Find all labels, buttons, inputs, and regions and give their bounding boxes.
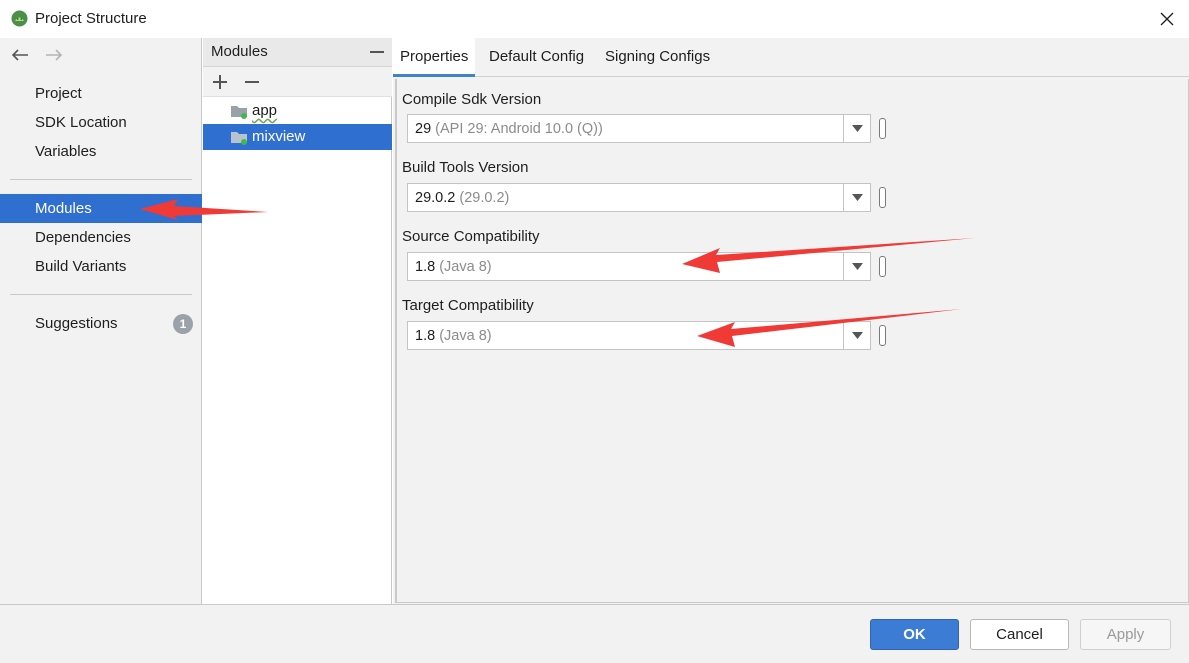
window-title: Project Structure [35,10,147,27]
dropdown-arrow [843,253,870,280]
build-tools-label: Build Tools Version [402,159,529,176]
history-navigation [9,46,65,64]
source-compat-label: Source Compatibility [402,228,540,245]
apply-button[interactable]: Apply [1080,619,1171,650]
arrow-right-icon [46,49,63,61]
build-tools-hint: (29.0.2) [459,189,510,206]
minimize-icon[interactable] [369,44,385,60]
tab-signing-configs[interactable]: Signing Configs [598,38,717,77]
build-tools-edit-button[interactable] [879,187,886,208]
close-button[interactable] [1150,2,1184,36]
target-compat-hint: (Java 8) [439,327,492,344]
close-icon [1160,12,1174,26]
module-item-label: mixview [252,128,306,145]
sidebar-item-variables[interactable]: Variables [0,137,202,166]
sidebar-item-dependencies[interactable]: Dependencies [0,223,202,252]
module-item-label: app [252,102,278,119]
chevron-down-icon [851,263,863,270]
dialog-footer: OK Cancel Apply [0,604,1189,663]
target-compat-label: Target Compatibility [402,297,534,314]
sidebar-item-label: SDK Location [35,114,127,131]
tab-default-config[interactable]: Default Config [482,38,591,77]
sidebar-divider [10,294,192,295]
target-compat-edit-button[interactable] [879,325,886,346]
ok-button[interactable]: OK [870,619,959,650]
modules-header: Modules [203,38,392,67]
sidebar-item-modules[interactable]: Modules [0,194,202,223]
module-folder-icon [231,106,247,119]
source-compat-value: 1.8 [415,258,436,275]
target-compat-dropdown[interactable]: 1.8 (Java 8) [407,321,871,350]
properties-form: Compile Sdk Version 29 (API 29: Android … [395,79,1189,603]
back-button[interactable] [9,46,31,64]
suggestions-count-badge: 1 [173,314,193,334]
modules-header-title: Modules [211,43,268,60]
target-compat-value: 1.8 [415,327,436,344]
sidebar-item-label: Variables [35,143,97,160]
tab-properties[interactable]: Properties [393,38,476,77]
sidebar-item-label: Modules [35,200,92,217]
chevron-down-icon [851,194,863,201]
build-tools-dropdown[interactable]: 29.0.2 (29.0.2) [407,183,871,212]
cancel-button[interactable]: Cancel [970,619,1069,650]
source-compat-edit-button[interactable] [879,256,886,277]
source-compat-hint: (Java 8) [439,258,492,275]
sidebar-divider [10,179,192,180]
compile-sdk-edit-button[interactable] [879,118,886,139]
sidebar-item-label: Project [35,85,82,102]
compile-sdk-hint: (API 29: Android 10.0 (Q)) [435,120,603,137]
settings-tabs: Properties Default Config Signing Config… [393,38,1189,77]
sidebar-item-project[interactable]: Project [0,79,202,108]
compile-sdk-label: Compile Sdk Version [402,91,542,108]
sidebar-item-label: Suggestions [35,315,118,332]
sidebar-item-label: Dependencies [35,229,131,246]
module-item-mixview[interactable]: mixview [203,124,392,150]
modules-panel: Modules app mixview [203,38,392,604]
tab-label: Signing Configs [605,48,711,65]
sidebar-item-label: Build Variants [35,258,127,275]
remove-module-icon[interactable] [243,73,261,91]
sidebar-item-sdk-location[interactable]: SDK Location [0,108,202,137]
dropdown-arrow [843,115,870,142]
add-module-icon[interactable] [211,73,229,91]
build-tools-value: 29.0.2 [415,189,456,206]
chevron-down-icon [851,125,863,132]
title-bar: Project Structure [0,0,1189,38]
module-item-app[interactable]: app [203,98,392,124]
tab-label: Properties [400,48,469,65]
android-studio-icon [11,10,28,27]
sidebar-item-suggestions[interactable]: Suggestions 1 [0,309,202,338]
source-compat-dropdown[interactable]: 1.8 (Java 8) [407,252,871,281]
compile-sdk-value: 29 [415,120,432,137]
forward-button[interactable] [43,46,65,64]
modules-toolbar [203,67,392,97]
module-folder-icon [231,132,247,145]
sidebar-item-build-variants[interactable]: Build Variants [0,252,202,281]
module-settings: Properties Default Config Signing Config… [393,38,1189,604]
compile-sdk-dropdown[interactable]: 29 (API 29: Android 10.0 (Q)) [407,114,871,143]
arrow-left-icon [11,49,28,61]
dropdown-arrow [843,184,870,211]
chevron-down-icon [851,332,863,339]
dropdown-arrow [843,322,870,349]
sidebar: Project SDK Location Variables Modules D… [0,38,202,604]
tab-label: Default Config [489,48,585,65]
